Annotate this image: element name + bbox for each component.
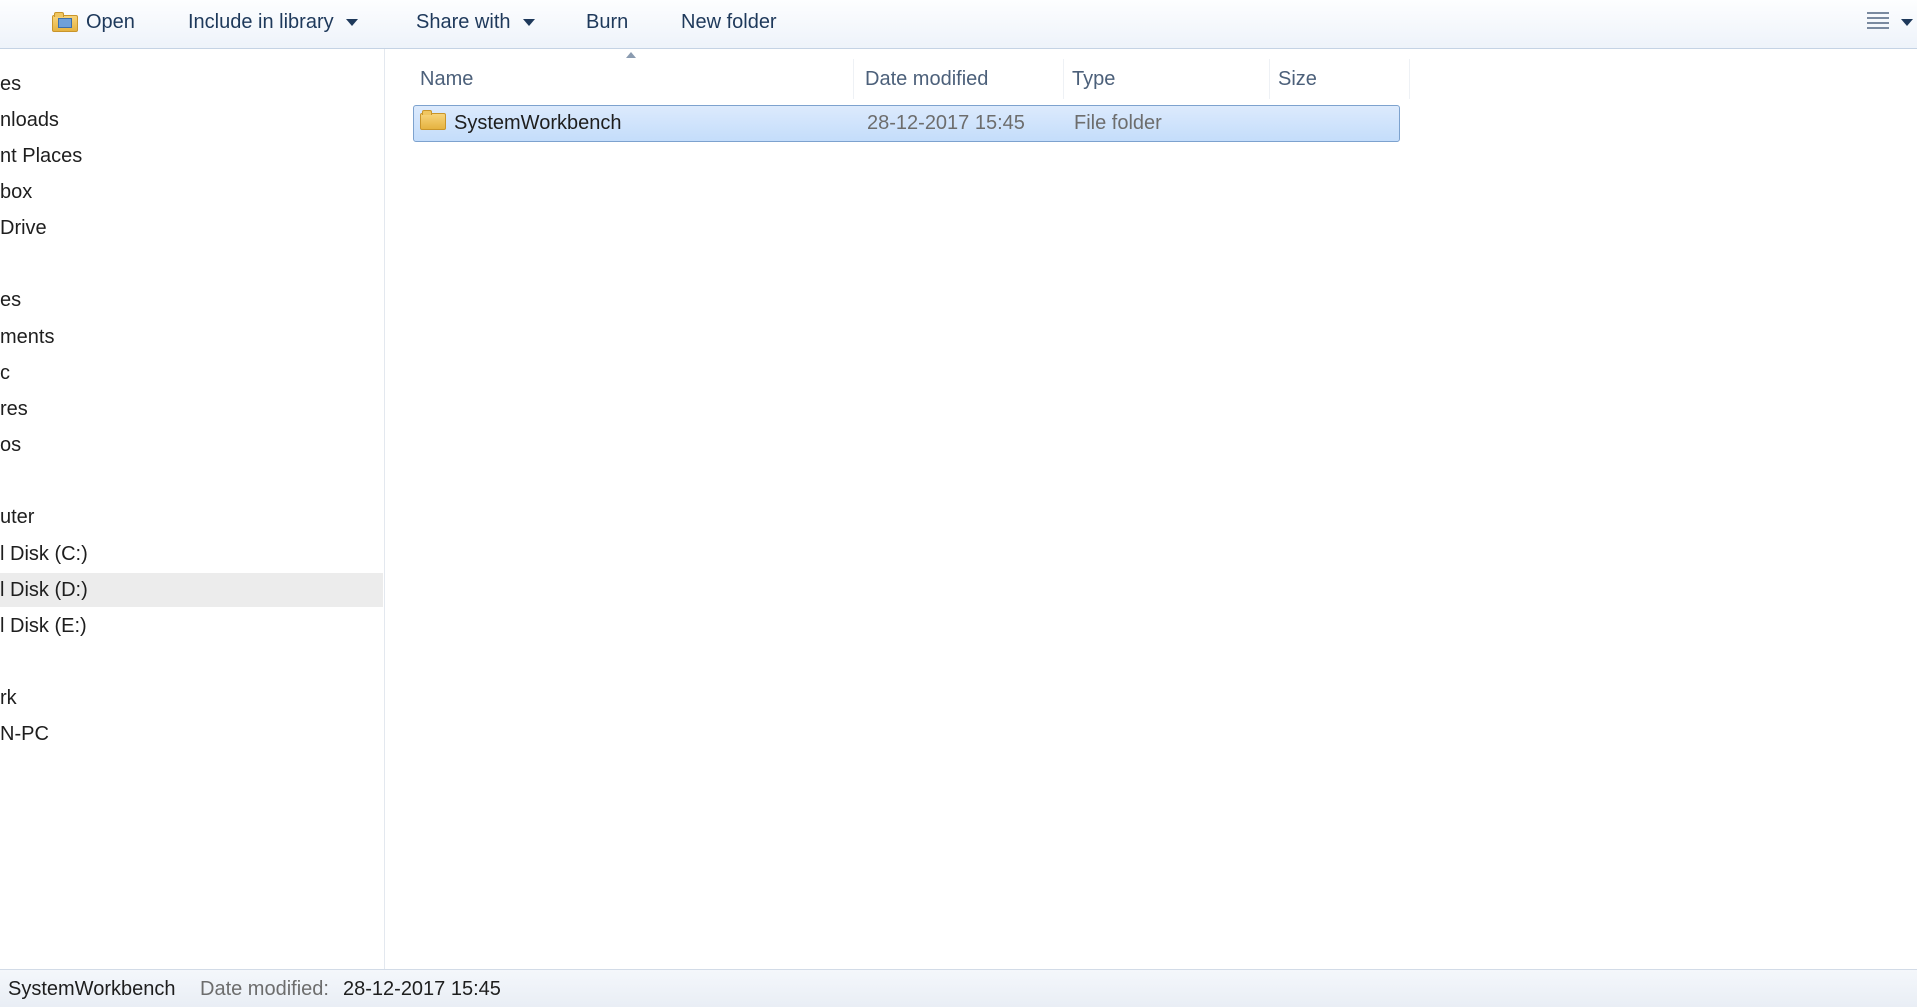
nav-item-downloads[interactable]: nloads (0, 103, 383, 137)
nav-item-label: Drive (0, 217, 47, 239)
nav-item-label: os (0, 434, 22, 456)
share-with-button[interactable]: Share with (416, 8, 535, 36)
file-list: Name Date modified Type Size SystemWorkb… (386, 49, 1917, 969)
folder-icon (420, 110, 446, 130)
column-name-label: Name (420, 68, 474, 90)
nav-item-libraries[interactable]: es (0, 283, 383, 317)
open-label: Open (86, 11, 135, 33)
file-type: File folder (1074, 112, 1162, 134)
nav-item-recent-places[interactable]: nt Places (0, 139, 383, 173)
chevron-down-icon (522, 18, 535, 26)
nav-item-music[interactable]: c (0, 356, 383, 390)
nav-item-label: uter (0, 506, 35, 528)
navigation-pane: es nloads nt Places box Drive es ments c… (0, 49, 385, 969)
nav-item-label: nt Places (0, 145, 83, 167)
include-in-library-button[interactable]: Include in library (188, 8, 358, 36)
open-folder-icon (52, 12, 78, 32)
status-item-name: SystemWorkbench (8, 978, 176, 1000)
nav-item-disk-c[interactable]: l Disk (C:) (0, 537, 383, 571)
nav-item-label: N-PC (0, 723, 49, 745)
nav-item-videos[interactable]: os (0, 428, 383, 462)
column-type-label: Type (1072, 68, 1116, 90)
sort-ascending-icon (626, 52, 636, 58)
nav-item-label: l Disk (D:) (0, 579, 88, 601)
command-bar: Open Include in library Share with Burn … (0, 0, 1917, 49)
include-in-library-label: Include in library (188, 11, 334, 33)
nav-item-disk-e[interactable]: l Disk (E:) (0, 609, 383, 643)
nav-item-label: c (0, 362, 10, 384)
burn-button[interactable]: Burn (586, 8, 628, 36)
nav-item-label: res (0, 398, 28, 420)
share-with-label: Share with (416, 11, 511, 33)
details-pane: SystemWorkbench Date modified: 28-12-201… (0, 969, 1917, 1007)
new-folder-label: New folder (681, 11, 777, 33)
burn-label: Burn (586, 11, 629, 33)
file-row[interactable]: SystemWorkbench 28-12-2017 15:45 File fo… (413, 105, 1400, 145)
nav-item-label: es (0, 289, 22, 311)
nav-item-documents[interactable]: ments (0, 320, 383, 354)
column-date-label: Date modified (865, 68, 989, 90)
nav-item-pc[interactable]: N-PC (0, 717, 383, 751)
nav-item-pictures[interactable]: res (0, 392, 383, 426)
nav-item-dropbox[interactable]: box (0, 175, 383, 209)
nav-item-label: nloads (0, 109, 59, 131)
nav-item-label: box (0, 181, 33, 203)
status-date-label: Date modified: (200, 978, 329, 1000)
status-date-value: 28-12-2017 15:45 (343, 978, 501, 1000)
nav-item-label: es (0, 73, 22, 95)
nav-item[interactable]: es (0, 67, 383, 101)
nav-item-label: rk (0, 687, 17, 709)
open-button[interactable]: Open (52, 8, 135, 36)
nav-item-label: l Disk (C:) (0, 543, 88, 565)
chevron-down-icon (345, 18, 358, 26)
column-header-date-modified[interactable]: Date modified (857, 59, 1064, 99)
new-folder-button[interactable]: New folder (681, 8, 777, 36)
column-size-label: Size (1278, 68, 1317, 90)
column-header-name[interactable]: Name (412, 59, 854, 99)
nav-item-drive[interactable]: Drive (0, 211, 383, 245)
column-header-type[interactable]: Type (1064, 59, 1270, 99)
nav-item-network[interactable]: rk (0, 681, 383, 715)
nav-item-label: ments (0, 326, 55, 348)
nav-item-disk-d[interactable]: l Disk (D:) (0, 573, 383, 607)
change-view-button[interactable] (1865, 10, 1891, 32)
file-date-modified: 28-12-2017 15:45 (867, 112, 1025, 134)
nav-item-label: l Disk (E:) (0, 615, 87, 637)
view-chevron-down-icon[interactable] (1901, 19, 1913, 26)
nav-item-computer[interactable]: uter (0, 500, 383, 534)
column-header-size[interactable]: Size (1270, 59, 1410, 99)
